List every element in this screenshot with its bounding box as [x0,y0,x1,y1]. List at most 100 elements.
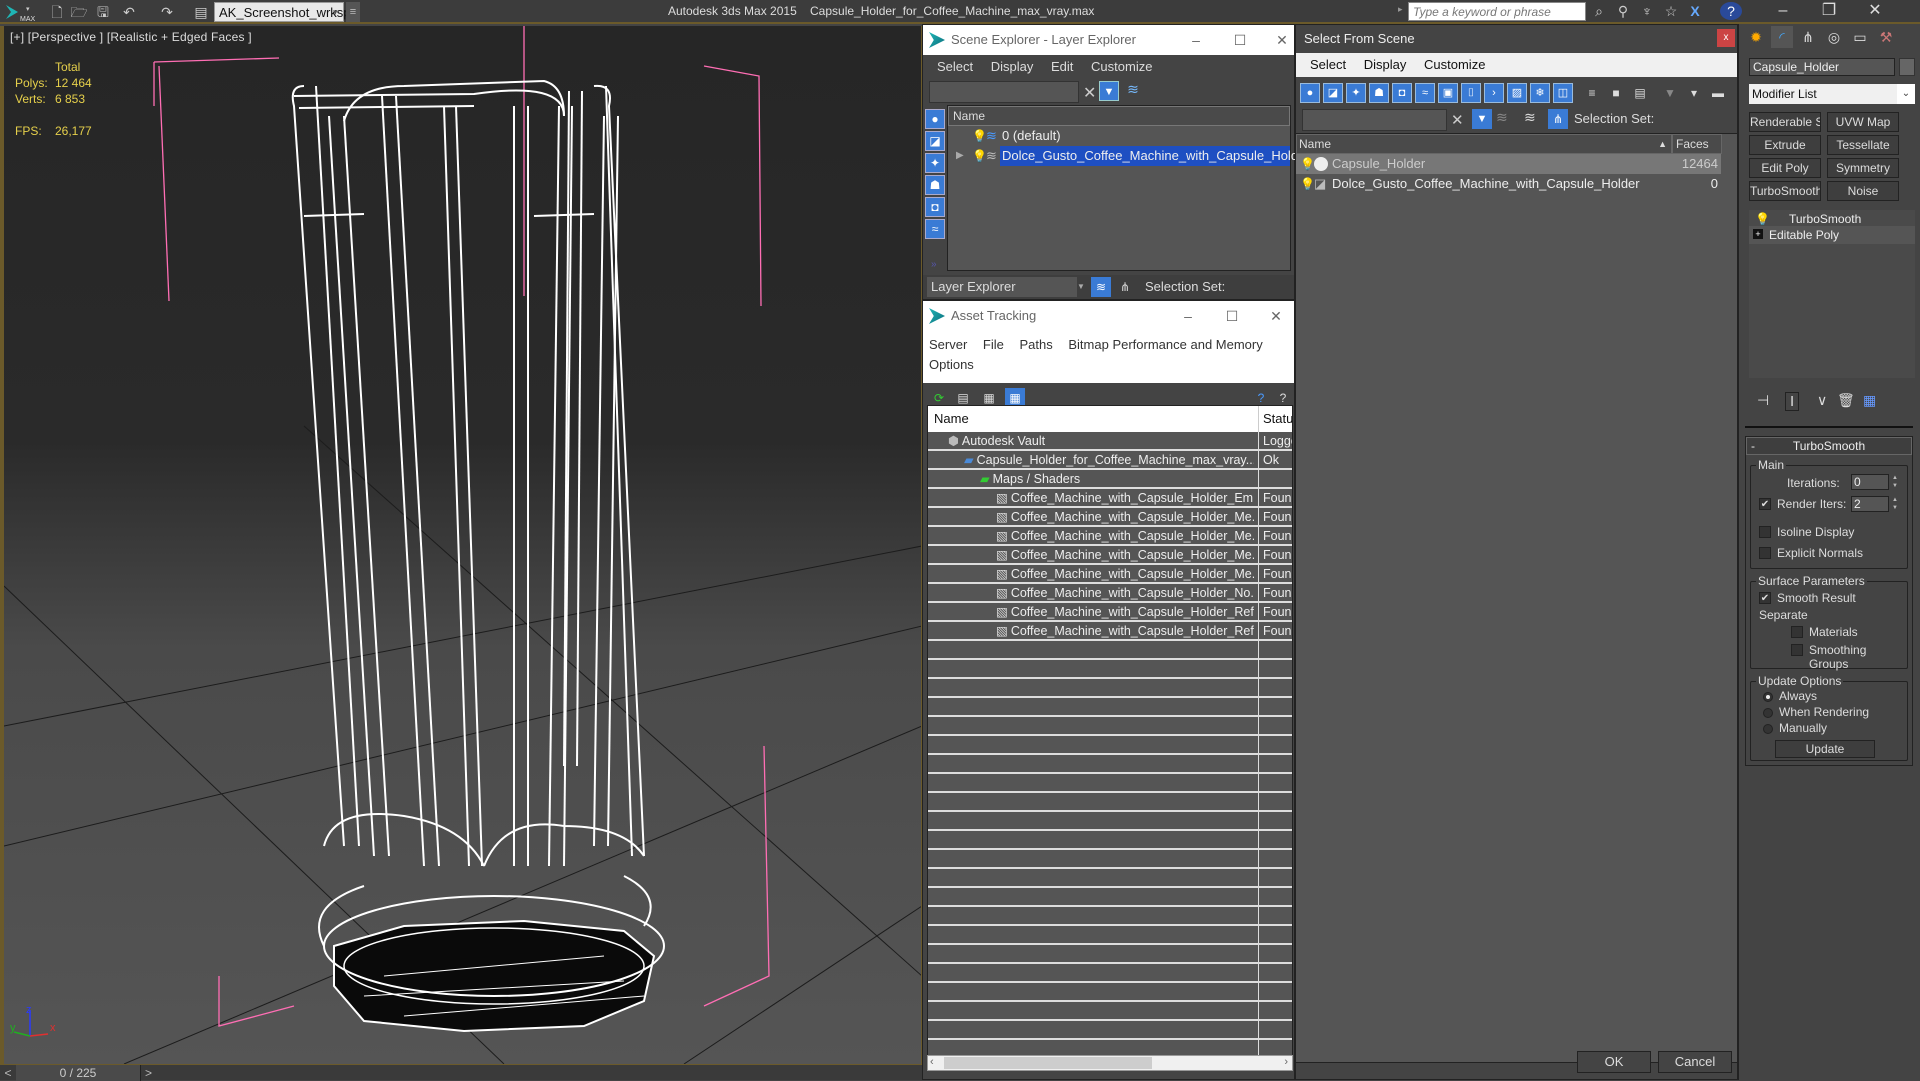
scene-explorer-titlebar[interactable]: Scene Explorer - Layer Explorer – ☐ ✕ [923,25,1294,55]
configure-modifier-sets-icon[interactable]: ▦ [1863,392,1876,409]
update-button[interactable]: Update [1775,740,1875,758]
minimize-button[interactable]: – [1173,301,1203,331]
light-bulb-icon[interactable]: 💡 [1300,154,1315,174]
search-input[interactable]: Type a keyword or phrase [1408,2,1586,21]
helpers-filter-icon[interactable]: ◘ [1392,83,1412,103]
shapes-filter-icon[interactable]: ◪ [1323,83,1343,103]
filter-icon[interactable]: ▼ [1099,81,1119,101]
menu-bitmap-performance[interactable]: Bitmap Performance and Memory [1068,337,1262,352]
xrefs-filter-icon[interactable]: ⌷ [1461,83,1481,103]
light-bulb-icon[interactable]: 💡 [972,146,987,166]
binoculars-icon[interactable]: ⌕ [1590,2,1608,20]
asset-row[interactable]: ⬢Autodesk VaultLogged [928,432,1292,451]
light-bulb-icon[interactable]: 💡 [1300,174,1315,194]
maximize-button[interactable]: ☐ [1217,301,1247,331]
create-tab-icon[interactable]: ✹ [1745,26,1767,48]
name-column-header[interactable]: Name [934,406,969,432]
groups-filter-icon[interactable]: ▣ [1438,83,1458,103]
menu-options[interactable]: Options [929,357,974,372]
asset-row[interactable]: ▰ Capsule_Holder_for_Coffee_Machine_max_v… [928,451,1292,470]
select-none-icon[interactable]: ■ [1606,83,1626,103]
menu-customize[interactable]: Customize [1424,57,1485,72]
modifier-button-tessellate[interactable]: Tessellate [1827,135,1899,155]
key-icon[interactable]: ⚲ [1614,2,1632,20]
manually-radio[interactable] [1763,724,1773,734]
asset-row[interactable]: ▧ Coffee_Machine_with_Capsule_Holder_Me..… [928,527,1292,546]
materials-checkbox[interactable] [1791,626,1803,638]
asset-row[interactable]: ▧ Coffee_Machine_with_Capsule_Holder_Em..… [928,489,1292,508]
menu-server[interactable]: Server [929,337,967,352]
object-color-swatch[interactable] [1899,58,1915,76]
find-input[interactable] [929,81,1079,103]
time-slider[interactable]: < 0 / 225 > [0,1064,922,1081]
expand-plus-icon[interactable]: + [1753,229,1763,239]
scroll-right-icon[interactable]: › [1284,1056,1288,1068]
asset-row[interactable]: ▧ Coffee_Machine_with_Capsule_Holder_Ref.… [928,603,1292,622]
render-iters-spinner[interactable]: 2 [1851,496,1889,512]
lights-filter-icon[interactable]: ✦ [1346,83,1366,103]
modify-tab-icon[interactable]: ◜ [1771,26,1793,48]
favorite-star-icon[interactable]: ☆ [1662,2,1680,20]
maximize-button[interactable]: ☐ [1225,25,1255,55]
always-radio[interactable] [1763,692,1773,702]
workspace-menu-icon[interactable]: ≡ [346,2,360,22]
columns-icon[interactable]: ▬ [1708,83,1728,103]
utilities-tab-icon[interactable]: ⚒ [1875,26,1897,48]
make-unique-icon[interactable]: ∨ [1817,392,1827,409]
close-button[interactable]: ✕ [1852,0,1898,24]
find-input[interactable] [1302,109,1447,131]
object-row[interactable]: 💡 ◪ Dolce_Gusto_Coffee_Machine_with_Caps… [1296,174,1721,194]
select-all-icon[interactable]: ≡ [1582,83,1602,103]
containers-filter-icon[interactable]: ▨ [1507,83,1527,103]
filter-icon[interactable]: ▼ [1472,109,1492,129]
asset-row[interactable]: ▧ Coffee_Machine_with_Capsule_Holder_Ref.… [928,622,1292,641]
iterations-spinner[interactable]: 0 [1851,474,1889,490]
rollout-header[interactable]: - TurboSmooth [1746,437,1912,455]
select-from-scene-titlebar[interactable]: Select From Scene x [1296,25,1737,53]
spacewarps-filter-icon[interactable]: ≈ [925,219,945,239]
layer-view-icon[interactable]: ≋ [1091,277,1111,297]
spacewarps-filter-icon[interactable]: ≈ [1415,83,1435,103]
name-column-header[interactable]: Name ▲ [1296,134,1672,154]
shapes-filter-icon[interactable]: ◪ [925,131,945,151]
layer-row[interactable]: 💡 ≋ 0 (default) [948,126,1290,146]
expand-arrow-icon[interactable]: ▶ [956,146,964,166]
helpers-filter-icon[interactable]: ◘ [925,197,945,217]
chevron-down-icon[interactable]: ⌄ [1897,84,1915,104]
menu-edit[interactable]: Edit [1051,59,1073,74]
remove-modifier-icon[interactable]: 🗑 [1837,392,1855,409]
previous-frame-button[interactable]: < [0,1065,16,1081]
workspace-dropdown[interactable]: AK_Screenshot_wrksp [214,2,351,22]
perspective-viewport[interactable]: [+] [Perspective ] [Realistic + Edged Fa… [0,26,922,1064]
layer-row[interactable]: ▶ 💡 ≋ Dolce_Gusto_Coffee_Machine_with_Ca… [948,146,1310,166]
asset-row[interactable]: ▰ Maps / Shaders [928,470,1292,489]
redo-icon[interactable]: ↷ [158,3,176,21]
geometry-filter-icon[interactable]: ● [925,109,945,129]
hidden-filter-icon[interactable]: ◫ [1553,83,1573,103]
filter-options-icon[interactable]: ▾ [1684,83,1704,103]
explorer-mode-dropdown[interactable]: Layer Explorer [927,277,1077,297]
menu-select[interactable]: Select [937,59,973,74]
show-end-result-icon[interactable]: Ⅰ [1785,392,1800,411]
menu-display[interactable]: Display [1364,57,1407,72]
motion-tab-icon[interactable]: ◎ [1823,26,1845,48]
help-icon[interactable]: ? [1720,2,1742,20]
restore-button[interactable]: ❐ [1806,0,1852,24]
undo-icon[interactable]: ↶ [120,3,138,21]
modifier-button-uvw-map[interactable]: UVW Map [1827,112,1899,132]
status-column-header[interactable]: Status [1258,406,1292,432]
minimize-button[interactable]: – [1181,25,1211,55]
close-button[interactable]: ✕ [1261,301,1291,331]
when-rendering-radio[interactable] [1763,708,1773,718]
modifier-button-edit-poly[interactable]: Edit Poly [1749,158,1821,178]
asset-row[interactable]: ▧ Coffee_Machine_with_Capsule_Holder_Me..… [928,546,1292,565]
new-file-icon[interactable]: 🗋 [48,3,66,21]
asset-row[interactable]: ▧ Coffee_Machine_with_Capsule_Holder_Me..… [928,508,1292,527]
chevron-down-icon[interactable]: ▾ [333,2,345,22]
hierarchy-view-icon[interactable]: ⋔ [1115,277,1135,297]
light-bulb-icon[interactable]: 💡 [972,126,987,146]
cameras-filter-icon[interactable]: ☗ [1369,83,1389,103]
asset-row[interactable]: ▧ Coffee_Machine_with_Capsule_Holder_No..… [928,584,1292,603]
cancel-button[interactable]: Cancel [1658,1051,1732,1073]
smoothing-groups-checkbox[interactable] [1791,644,1803,656]
